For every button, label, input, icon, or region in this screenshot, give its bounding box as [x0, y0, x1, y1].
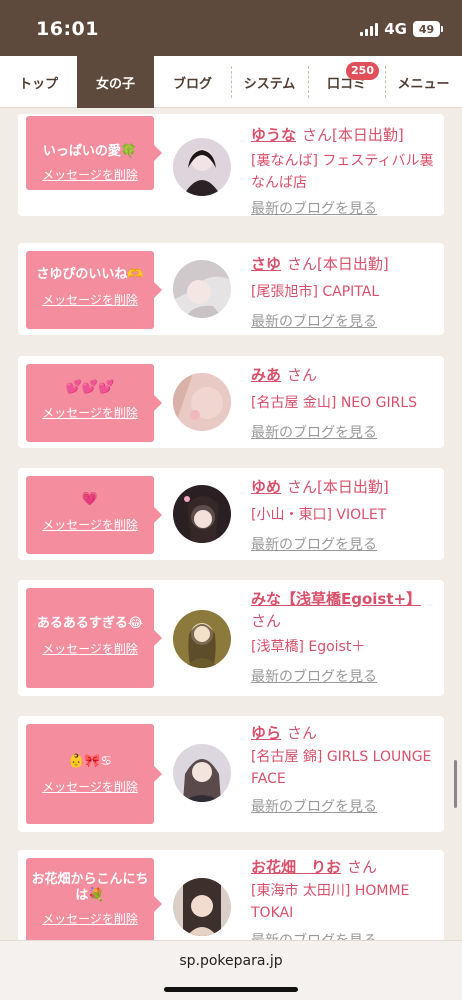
- message-bubble: さゆぴのいいね🫶 メッセージを削除: [26, 251, 162, 329]
- shop-name: [浅草橋] Egoist＋: [251, 639, 366, 655]
- tab-girls[interactable]: 女の子: [77, 56, 154, 108]
- status-bar: 16:01 4G 49: [0, 0, 462, 56]
- honorific: さん: [251, 612, 282, 630]
- list-item: 👶🎀♋ メッセージを削除 ゆら さん [名古屋 錦] GIRLS LOUNGE F…: [18, 716, 444, 832]
- girl-info: みな【浅草橋Egoist+】 さん [浅草橋] Egoist＋ 最新のブログを見…: [251, 588, 439, 686]
- message-text: 💕💕💕: [65, 380, 115, 395]
- tab-label: ブログ: [172, 76, 212, 92]
- latest-blog-link[interactable]: 最新のブログを見る: [251, 796, 377, 816]
- latest-blog-link[interactable]: 最新のブログを見る: [251, 666, 377, 686]
- girl-name-link[interactable]: みな【浅草橋Egoist+】: [251, 590, 421, 608]
- avatar[interactable]: [173, 373, 231, 431]
- shop-name: [尾張旭市] CAPITAL: [251, 284, 380, 300]
- latest-blog-link[interactable]: 最新のブログを見る: [251, 311, 377, 331]
- list-item: 💕💕💕 メッセージを削除 みあ さん [名古屋 金山] NEO GIRLS 最新の…: [18, 356, 444, 448]
- shop-name: [東海市 太田川] HOMME TOKAI: [251, 883, 410, 921]
- main-nav: トップ 女の子 ブログ システム 口コミ 250 メニュー: [0, 56, 462, 108]
- delete-message-link[interactable]: メッセージを削除: [42, 404, 138, 421]
- shop-name: [小山・東口] VIOLET: [251, 507, 387, 523]
- latest-blog-link[interactable]: 最新のブログを見る: [251, 198, 377, 218]
- latest-blog-link[interactable]: 最新のブログを見る: [251, 422, 377, 442]
- honorific: さん: [302, 126, 333, 144]
- girl-name-link[interactable]: ゆうな: [251, 126, 296, 144]
- message-text: お花畑からこんにちは💐: [31, 872, 149, 903]
- attendance-status: [本日出勤]: [317, 255, 389, 273]
- shop-name: [裏なんば] フェスティバル裏なんば店: [251, 153, 434, 191]
- tab-system[interactable]: システム: [231, 56, 308, 108]
- list-item: お花畑からこんにちは💐 メッセージを削除 お花畑 りお さん [東海市 太田川] …: [18, 850, 444, 940]
- tab-reviews[interactable]: 口コミ 250: [308, 56, 385, 108]
- status-time: 16:01: [36, 18, 99, 40]
- tab-label: システム: [243, 76, 296, 92]
- avatar[interactable]: [173, 260, 231, 318]
- tab-top[interactable]: トップ: [0, 56, 77, 108]
- tab-label: トップ: [18, 76, 58, 92]
- shop-name: [名古屋 金山] NEO GIRLS: [251, 395, 418, 411]
- delete-message-link[interactable]: メッセージを削除: [42, 291, 138, 308]
- girl-info: みあ さん [名古屋 金山] NEO GIRLS 最新のブログを見る: [251, 364, 439, 442]
- girl-name-link[interactable]: みあ: [251, 366, 281, 384]
- delete-message-link[interactable]: メッセージを削除: [42, 910, 138, 927]
- message-bubble: 💗 メッセージを削除: [26, 476, 162, 554]
- browser-url-bar: sp.pokepara.jp: [0, 940, 462, 1000]
- tab-blog[interactable]: ブログ: [154, 56, 231, 108]
- url-text[interactable]: sp.pokepara.jp: [0, 953, 462, 969]
- avatar[interactable]: [173, 610, 231, 668]
- girl-name-link[interactable]: ゆめ: [251, 478, 281, 496]
- honorific: さん: [347, 858, 378, 876]
- list-item: いっぱいの愛🍀 メッセージを削除 ゆうな さん[本日出勤] [裏なんば] フェステ…: [18, 114, 444, 218]
- honorific: さん: [287, 255, 318, 273]
- girl-info: お花畑 りおさん [東海市 太田川] HOMME TOKAI 最新のブログを見る: [251, 856, 439, 940]
- girl-info: ゆうな さん[本日出勤] [裏なんば] フェスティバル裏なんば店 最新のブログを見…: [251, 124, 439, 218]
- girl-info: ゆら さん [名古屋 錦] GIRLS LOUNGE FACE 最新のブログを見る: [251, 722, 439, 816]
- avatar[interactable]: [173, 878, 231, 936]
- list-item: 💗 メッセージを削除 ゆめ さん[本日出勤] [小山・東口] VIOLET 最新の…: [18, 468, 444, 560]
- delete-message-link[interactable]: メッセージを削除: [42, 516, 138, 533]
- reviews-count-badge: 250: [346, 62, 379, 80]
- avatar[interactable]: [173, 485, 231, 543]
- message-text: 💗: [81, 492, 99, 507]
- delete-message-link[interactable]: メッセージを削除: [42, 640, 138, 657]
- girl-name-link[interactable]: ゆら: [251, 724, 281, 742]
- shop-name: [名古屋 錦] GIRLS LOUNGE FACE: [251, 749, 432, 787]
- honorific: さん: [287, 724, 318, 742]
- attendance-status: [本日出勤]: [332, 126, 404, 144]
- message-text: いっぱいの愛🍀: [42, 144, 138, 159]
- delete-message-link[interactable]: メッセージを削除: [42, 778, 138, 795]
- message-bubble: あるあるすぎる😂 メッセージを削除: [26, 588, 162, 688]
- girl-name-link[interactable]: さゆ: [251, 255, 281, 273]
- girl-info: さゆ さん[本日出勤] [尾張旭市] CAPITAL 最新のブログを見る: [251, 253, 439, 331]
- honorific: さん: [287, 366, 318, 384]
- delete-message-link[interactable]: メッセージを削除: [42, 166, 138, 183]
- tab-label: 女の子: [95, 76, 135, 92]
- girls-list: いっぱいの愛🍀 メッセージを削除 ゆうな さん[本日出勤] [裏なんば] フェステ…: [0, 108, 462, 940]
- message-bubble: いっぱいの愛🍀 メッセージを削除: [26, 116, 162, 190]
- message-bubble: お花畑からこんにちは💐 メッセージを削除: [26, 858, 162, 940]
- home-indicator[interactable]: [164, 987, 298, 992]
- status-indicators: 4G 49: [360, 20, 443, 38]
- girl-name-link[interactable]: お花畑 りお: [251, 858, 341, 876]
- message-bubble: 💕💕💕 メッセージを削除: [26, 364, 162, 442]
- battery-icon: 49: [413, 21, 443, 37]
- list-item: あるあるすぎる😂 メッセージを削除 みな【浅草橋Egoist+】 さん [浅草橋…: [18, 580, 444, 696]
- avatar[interactable]: [173, 138, 231, 196]
- message-text: あるあるすぎる😂: [36, 616, 144, 631]
- avatar[interactable]: [173, 744, 231, 802]
- message-text: 👶🎀♋: [67, 754, 113, 769]
- message-text: さゆぴのいいね🫶: [36, 267, 144, 282]
- girl-info: ゆめ さん[本日出勤] [小山・東口] VIOLET 最新のブログを見る: [251, 476, 439, 554]
- cellular-signal-icon: [360, 22, 379, 36]
- honorific: さん: [287, 478, 318, 496]
- tab-label: メニュー: [397, 76, 450, 92]
- attendance-status: [本日出勤]: [317, 478, 389, 496]
- list-item: さゆぴのいいね🫶 メッセージを削除 さゆ さん[本日出勤] [尾張旭市] CAPI…: [18, 243, 444, 335]
- message-bubble: 👶🎀♋ メッセージを削除: [26, 724, 162, 824]
- latest-blog-link[interactable]: 最新のブログを見る: [251, 930, 377, 940]
- latest-blog-link[interactable]: 最新のブログを見る: [251, 534, 377, 554]
- network-type: 4G: [384, 20, 407, 38]
- scrollbar[interactable]: [454, 760, 457, 808]
- tab-menu[interactable]: メニュー: [385, 56, 462, 108]
